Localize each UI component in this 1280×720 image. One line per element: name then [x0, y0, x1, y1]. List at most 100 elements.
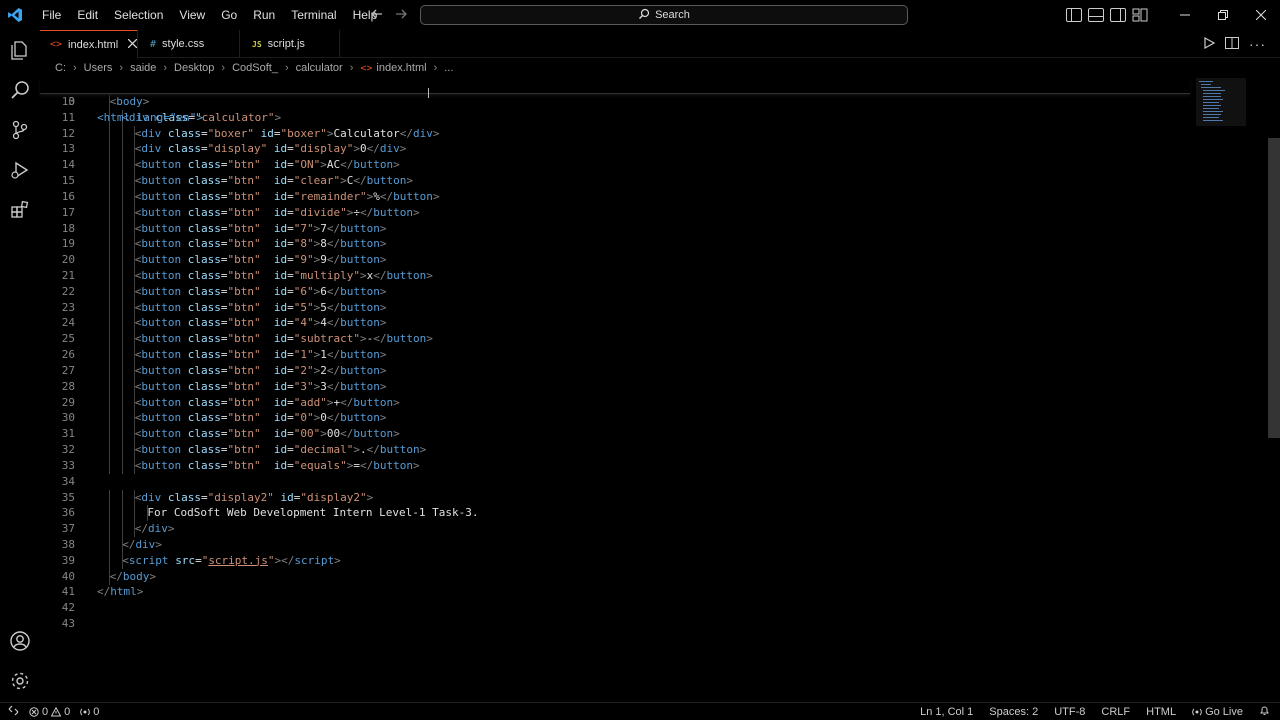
- breadcrumb-item[interactable]: index.html: [374, 62, 428, 74]
- run-debug-icon[interactable]: [0, 150, 40, 190]
- code-line[interactable]: 37 </div>: [40, 521, 1180, 538]
- code-line[interactable]: 29 <button class="btn" id="add">+</button…: [40, 394, 1180, 411]
- code-line[interactable]: 35 <div class="display2" id="display2">: [40, 489, 1180, 506]
- indent-guide: [109, 125, 110, 142]
- account-icon[interactable]: [0, 621, 40, 661]
- code-line[interactable]: 20 <button class="btn" id="9">9</button>: [40, 252, 1180, 269]
- indent-guide: [121, 299, 123, 316]
- code-line[interactable]: 33 <button class="btn" id="equals">=</but…: [40, 457, 1180, 474]
- encoding[interactable]: UTF-8: [1054, 706, 1085, 718]
- code-token: >: [167, 522, 175, 536]
- cursor-position[interactable]: Ln 1, Col 1: [920, 706, 973, 718]
- code-line[interactable]: 19 <button class="btn" id="8">8</button>: [40, 236, 1180, 253]
- tab-style-css[interactable]: # style.css: [138, 30, 240, 58]
- problems-indicator[interactable]: 0 0: [29, 706, 70, 718]
- code-line[interactable]: 21 <button class="btn" id="multiply">x</b…: [40, 268, 1180, 285]
- language-mode[interactable]: HTML: [1146, 706, 1176, 718]
- code-line[interactable]: 30 <button class="btn" id="0">0</button>: [40, 410, 1180, 427]
- vertical-scrollbar[interactable]: [1268, 138, 1280, 438]
- restore-button[interactable]: [1204, 0, 1242, 30]
- code-token: "btn": [227, 284, 261, 298]
- code-token: =: [287, 269, 294, 283]
- menu-file[interactable]: File: [34, 0, 69, 30]
- code-line[interactable]: 18 <button class="btn" id="7">7</button>: [40, 220, 1180, 237]
- close-tab-icon[interactable]: [127, 38, 138, 51]
- code-line[interactable]: 41 </html>: [40, 584, 1180, 600]
- toggle-secondary-sidebar-icon[interactable]: [1110, 8, 1126, 22]
- menu-view[interactable]: View: [171, 0, 213, 30]
- code-line[interactable]: 11 <div class="calculator">: [40, 109, 1180, 126]
- go-live-button[interactable]: Go Live: [1192, 706, 1243, 718]
- customize-layout-icon[interactable]: [1132, 8, 1148, 22]
- minimap[interactable]: [1196, 78, 1246, 126]
- code-line[interactable]: 23 <button class="btn" id="5">5</button>: [40, 299, 1180, 316]
- code-line[interactable]: 38 </div>: [40, 536, 1180, 553]
- extensions-icon[interactable]: [0, 190, 40, 230]
- source-control-icon[interactable]: [0, 110, 40, 150]
- code-token: class: [187, 300, 221, 314]
- close-window-button[interactable]: [1242, 0, 1280, 30]
- code-line[interactable]: 14 <button class="btn" id="ON">AC</button…: [40, 157, 1180, 174]
- code-line[interactable]: 25 <button class="btn" id="subtract">-</b…: [40, 331, 1180, 348]
- code-token: =: [287, 458, 294, 472]
- tab-script-js[interactable]: JS script.js: [240, 30, 340, 58]
- code-token: id: [273, 427, 288, 441]
- sticky-scroll-line[interactable]: 3 <html lang="en">: [40, 78, 1190, 124]
- code-token: "btn": [227, 237, 261, 251]
- breadcrumb-item[interactable]: saide: [128, 62, 158, 74]
- code-line[interactable]: 26 <button class="btn" id="1">1</button>: [40, 347, 1180, 364]
- breadcrumb-item[interactable]: Users: [82, 62, 115, 74]
- indent-guide: [121, 315, 123, 332]
- tab-index-html[interactable]: <> index.html: [40, 30, 138, 58]
- remote-icon[interactable]: [8, 705, 19, 719]
- code-line[interactable]: 15 <button class="btn" id="clear">C</butt…: [40, 173, 1180, 190]
- breadcrumb-item[interactable]: C:: [53, 62, 68, 74]
- minimize-button[interactable]: [1166, 0, 1204, 30]
- search-icon[interactable]: [0, 70, 40, 110]
- explorer-icon[interactable]: [0, 30, 40, 70]
- end-of-line[interactable]: CRLF: [1101, 706, 1130, 718]
- code-line[interactable]: 40 </body>: [40, 568, 1180, 585]
- breadcrumb-item[interactable]: CodSoft_: [230, 62, 280, 74]
- code-line[interactable]: 17 <button class="btn" id="divide">÷</but…: [40, 204, 1180, 221]
- code-line[interactable]: 28 <button class="btn" id="3">3</button>: [40, 378, 1180, 395]
- menu-run[interactable]: Run: [245, 0, 283, 30]
- code-line[interactable]: 34: [40, 474, 1180, 490]
- code-line[interactable]: 10 <body>: [40, 94, 1180, 110]
- menu-selection[interactable]: Selection: [106, 0, 171, 30]
- code-line[interactable]: 32 <button class="btn" id="decimal">.</bu…: [40, 442, 1180, 459]
- breadcrumb-item[interactable]: calculator: [294, 62, 345, 74]
- code-line[interactable]: 43: [40, 616, 1180, 632]
- breadcrumb-item[interactable]: ...: [442, 62, 455, 74]
- code-line[interactable]: 22 <button class="btn" id="6">6</button>: [40, 283, 1180, 300]
- toggle-panel-icon[interactable]: [1088, 8, 1104, 22]
- ports-indicator[interactable]: 0: [80, 706, 99, 718]
- menu-edit[interactable]: Edit: [69, 0, 106, 30]
- code-line[interactable]: 36 For CodSoft Web Development Intern Lev…: [40, 505, 1180, 522]
- code-line[interactable]: 39 <script src="script.js"></script>: [40, 552, 1180, 569]
- back-arrow-icon[interactable]: [370, 7, 384, 24]
- command-center-search[interactable]: Search: [420, 5, 908, 25]
- breadcrumb-item[interactable]: Desktop: [172, 62, 216, 74]
- code-editor[interactable]: 10 <body> 11 <div class="calculator"> 12 <div…: [40, 78, 1280, 702]
- code-line[interactable]: 31 <button class="btn" id="00">00</button…: [40, 426, 1180, 443]
- search-small-icon: [638, 8, 650, 23]
- settings-gear-icon[interactable]: [0, 661, 40, 701]
- code-line[interactable]: 13 <div class="display" id="display">0</d…: [40, 141, 1180, 158]
- indentation[interactable]: Spaces: 2: [989, 706, 1038, 718]
- code-line[interactable]: 42: [40, 600, 1180, 616]
- code-text: <button class="btn" id="3">3</button>: [135, 379, 387, 395]
- menu-go[interactable]: Go: [213, 0, 245, 30]
- notifications-bell-icon[interactable]: [1259, 705, 1270, 719]
- run-file-icon[interactable]: [1203, 36, 1216, 52]
- code-line[interactable]: 27 <button class="btn" id="2">2</button>: [40, 362, 1180, 379]
- code-line[interactable]: 12 <div class="boxer" id="boxer">Calculat…: [40, 125, 1180, 142]
- more-actions-icon[interactable]: ···: [1249, 36, 1266, 52]
- menu-terminal[interactable]: Terminal: [283, 0, 344, 30]
- code-line[interactable]: 16 <button class="btn" id="remainder">%</…: [40, 188, 1180, 205]
- code-token: class: [167, 490, 202, 504]
- toggle-primary-sidebar-icon[interactable]: [1066, 8, 1082, 22]
- forward-arrow-icon[interactable]: [394, 7, 408, 24]
- code-line[interactable]: 24 <button class="btn" id="4">4</button>: [40, 315, 1180, 332]
- split-editor-icon[interactable]: [1225, 36, 1239, 52]
